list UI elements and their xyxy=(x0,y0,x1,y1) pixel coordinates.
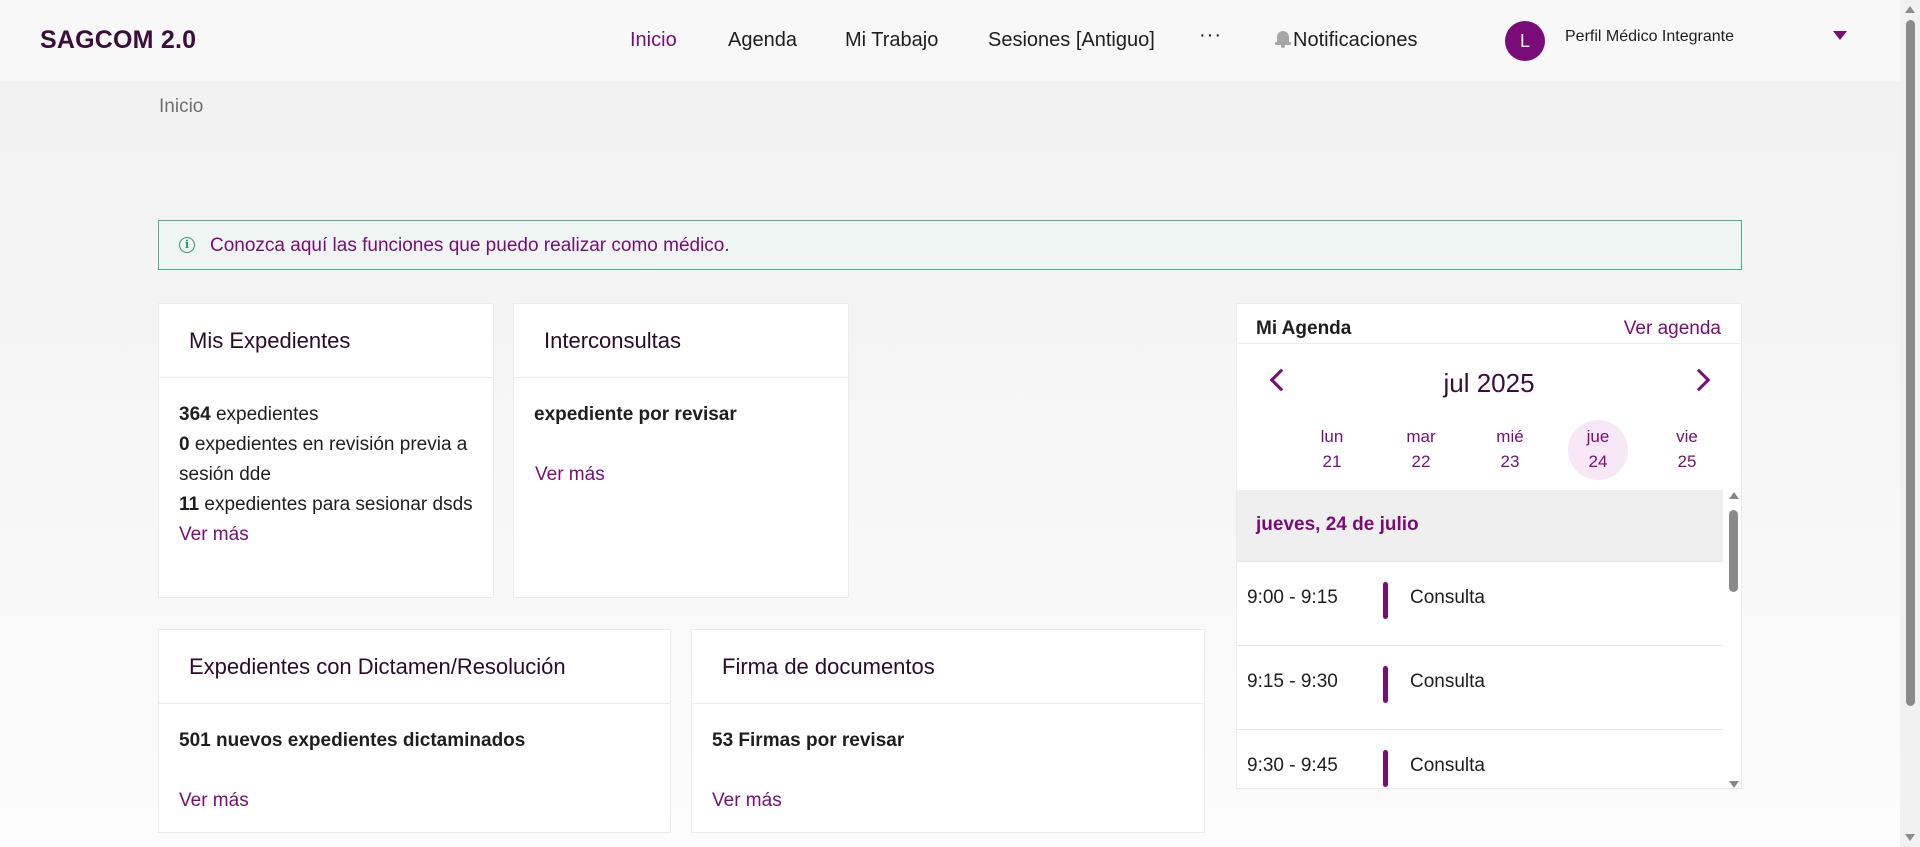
alert-link[interactable]: Conozca aquí las funciones que puedo rea… xyxy=(210,235,730,257)
event-item[interactable]: 9:15 - 9:30 Consulta xyxy=(1237,645,1723,730)
card-body: 364 expedientes 0 expedientes en revisió… xyxy=(179,400,479,550)
event-name: Consulta xyxy=(1410,587,1485,608)
card-body: expediente por revisar Ver más xyxy=(534,400,834,490)
scroll-thumb[interactable] xyxy=(1729,510,1738,592)
ver-mas-link[interactable]: Ver más xyxy=(712,786,1190,816)
card-interconsultas: Interconsultas expediente por revisar Ve… xyxy=(513,303,849,598)
event-item[interactable]: 9:00 - 9:15 Consulta xyxy=(1237,561,1723,646)
day-lun[interactable]: lun 21 xyxy=(1302,420,1362,480)
nav-agenda[interactable]: Agenda xyxy=(728,29,797,52)
info-alert: i Conozca aquí las funciones que puedo r… xyxy=(158,220,1742,270)
day-name: mié xyxy=(1496,427,1524,446)
agenda-title: Mi Agenda xyxy=(1256,318,1352,339)
event-marker xyxy=(1383,750,1388,787)
ver-mas-link[interactable]: Ver más xyxy=(179,520,479,550)
card-title: Mis Expedientes xyxy=(189,328,351,353)
bell-icon xyxy=(1275,30,1291,48)
stat-revision-count: 0 xyxy=(179,434,190,455)
day-name: lun xyxy=(1320,427,1344,446)
nav-notificaciones[interactable]: Notificaciones xyxy=(1275,29,1418,52)
day-number: 25 xyxy=(1677,452,1697,471)
ver-mas-link[interactable]: Ver más xyxy=(179,786,656,816)
stat-revision: 0 expedientes en revisión previa a sesió… xyxy=(179,430,479,490)
card-divider xyxy=(159,377,493,378)
day-name: mar xyxy=(1406,427,1436,446)
stat-sesionar: 11 expedientes para sesionar dsds xyxy=(179,490,479,520)
day-number: 23 xyxy=(1500,452,1520,471)
card-body: 501 nuevos expedientes dictaminados Ver … xyxy=(179,726,656,816)
scroll-up-icon[interactable] xyxy=(1729,492,1739,499)
events-scrollbar[interactable] xyxy=(1725,490,1741,788)
card-divider xyxy=(514,377,848,378)
day-jue-selected[interactable]: jue 24 xyxy=(1568,420,1628,480)
event-time: 9:15 - 9:30 xyxy=(1247,671,1338,692)
divider xyxy=(1237,343,1741,344)
stat-total-label: expedientes xyxy=(215,404,319,425)
stat-total: 364 expedientes xyxy=(179,400,479,430)
page-scrollbar[interactable] xyxy=(1900,0,1920,847)
day-name: jue xyxy=(1586,427,1610,446)
card-title: Firma de documentos xyxy=(722,654,935,679)
card-title: Interconsultas xyxy=(544,328,681,353)
ver-agenda-link[interactable]: Ver agenda xyxy=(1624,318,1721,340)
day-number: 22 xyxy=(1411,452,1431,471)
events-date-header: jueves, 24 de julio xyxy=(1237,490,1723,561)
event-name: Consulta xyxy=(1410,755,1485,776)
scroll-thumb[interactable] xyxy=(1906,20,1915,706)
top-navbar: SAGCOM 2.0 Inicio Agenda Mi Trabajo Sesi… xyxy=(0,0,1900,81)
event-time: 9:30 - 9:45 xyxy=(1247,755,1338,776)
nav-sesiones-antiguo[interactable]: Sesiones [Antiguo] xyxy=(988,29,1155,52)
stat-revision-label: expedientes en revisión previa a sesión … xyxy=(179,434,468,485)
card-title: Expedientes con Dictamen/Resolución xyxy=(189,654,566,679)
event-item[interactable]: 9:30 - 9:45 Consulta xyxy=(1237,729,1723,788)
breadcrumb[interactable]: Inicio xyxy=(159,96,203,118)
month-label: jul 2025 xyxy=(1443,368,1535,398)
stat-sesionar-label: expedientes para sesionar dsds xyxy=(204,494,473,515)
ver-mas-link[interactable]: Ver más xyxy=(534,460,834,490)
event-name: Consulta xyxy=(1410,671,1485,692)
selected-date: jueves, 24 de julio xyxy=(1256,514,1419,535)
card-divider xyxy=(159,703,670,704)
notificaciones-label: Notificaciones xyxy=(1293,29,1418,51)
interconsultas-text: expediente por revisar xyxy=(534,404,737,425)
nav-mi-trabajo[interactable]: Mi Trabajo xyxy=(845,29,938,52)
firma-text: 53 Firmas por revisar xyxy=(712,730,905,751)
card-dictamen-resolucion: Expedientes con Dictamen/Resolución 501 … xyxy=(158,629,671,833)
events-list: jueves, 24 de julio 9:00 - 9:15 Consulta… xyxy=(1237,490,1723,788)
dictamen-text: 501 nuevos expedientes dictaminados xyxy=(179,730,526,751)
scroll-down-icon[interactable] xyxy=(1905,834,1915,841)
stat-sesionar-count: 11 xyxy=(179,494,200,515)
day-mar[interactable]: mar 22 xyxy=(1391,420,1451,480)
day-vie[interactable]: vie 25 xyxy=(1657,420,1717,480)
caret-down-icon[interactable] xyxy=(1833,31,1847,40)
agenda-panel: Mi Agenda Ver agenda jul 2025 lun 21 mar 2… xyxy=(1236,303,1742,789)
day-name: vie xyxy=(1676,427,1698,446)
event-marker xyxy=(1383,666,1388,703)
scroll-down-icon[interactable] xyxy=(1729,781,1739,788)
info-icon: i xyxy=(179,237,195,253)
stat-total-count: 364 xyxy=(179,404,211,425)
event-marker xyxy=(1383,582,1388,619)
event-time: 9:00 - 9:15 xyxy=(1247,587,1338,608)
brand-logo[interactable]: SAGCOM 2.0 xyxy=(40,26,196,55)
card-divider xyxy=(692,703,1204,704)
day-number: 21 xyxy=(1322,452,1342,471)
card-body: 53 Firmas por revisar Ver más xyxy=(712,726,1190,816)
scroll-up-icon[interactable] xyxy=(1905,6,1915,13)
nav-inicio[interactable]: Inicio xyxy=(630,29,677,52)
card-mis-expedientes: Mis Expedientes 364 expedientes 0 expedi… xyxy=(158,303,494,598)
more-menu-icon[interactable]: ··· xyxy=(1199,24,1222,47)
day-number: 24 xyxy=(1588,452,1608,471)
profile-name[interactable]: Perfil Médico Integrante xyxy=(1565,28,1734,46)
card-firma-documentos: Firma de documentos 53 Firmas por revisa… xyxy=(691,629,1205,833)
avatar[interactable]: L xyxy=(1505,21,1545,61)
day-mie[interactable]: mié 23 xyxy=(1480,420,1540,480)
